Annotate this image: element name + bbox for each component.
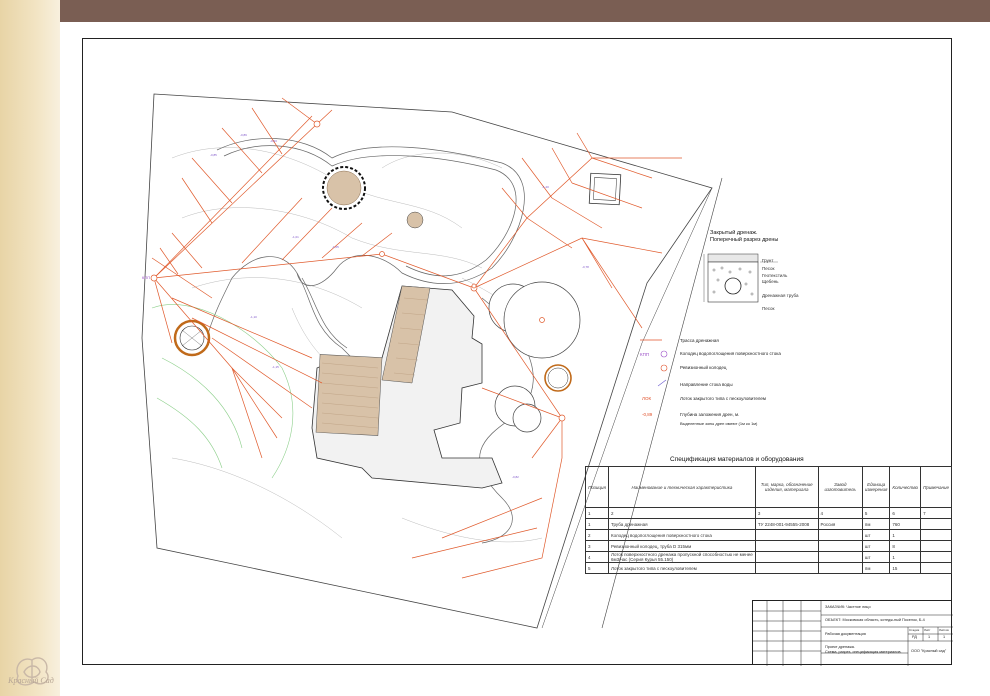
svg-text:-0,85: -0,85	[210, 153, 217, 157]
table-row: 123 4567	[585, 507, 952, 519]
section-label: Песок	[762, 266, 775, 271]
section-label: Песок	[762, 306, 775, 311]
svg-text:ЛОК: ЛОК	[642, 396, 651, 401]
svg-text:-0,89: -0,89	[642, 412, 653, 417]
legend-symbols: КПП ЛОК -0,89	[640, 339, 668, 417]
table-row: 4 Лоток поверхностного дренажа пропускной…	[585, 551, 952, 563]
stamp-stage-label: Рабочая документация	[825, 632, 866, 636]
section-label: Геотекстиль	[762, 273, 788, 278]
legend-item: Колодец водопоглощения поверхностного ст…	[680, 351, 781, 356]
kpp-map-label: КПП	[142, 275, 150, 280]
svg-text:-1,10: -1,10	[250, 315, 257, 319]
table-row: 5 Лоток закрытого типа с пескоуловителем …	[585, 562, 952, 574]
company-logo-icon	[16, 657, 49, 686]
svg-text:-0,93: -0,93	[270, 139, 277, 143]
house-footprint	[311, 285, 503, 489]
legend-item: Направление стока воды	[680, 382, 733, 387]
stamp-drawing2: Схема, разрез, спецификация материалов.	[825, 650, 902, 654]
svg-text:КПП: КПП	[640, 352, 649, 357]
svg-text:-0,89: -0,89	[240, 133, 247, 137]
top-banner	[0, 0, 990, 22]
left-decorative-strip	[0, 0, 60, 696]
legend-item: Ревизионный колодец	[680, 365, 727, 370]
title-block: ЗАКАЗЧИК: Частное лицо ОБЪЕКТ: Московска…	[752, 600, 953, 666]
section-label: Грунт	[762, 258, 774, 263]
stamp-drawing: Проект дренажа.	[825, 645, 855, 649]
table-row: 1 Труба дренажная ТУ 2248-001-94555-2008 Р…	[585, 518, 952, 530]
legend-item: Лоток закрытого типа с пескоуловителем	[680, 396, 766, 401]
section-label: Дренажная труба	[762, 293, 799, 298]
svg-text:-0,78: -0,78	[582, 265, 589, 269]
svg-text:-1,05: -1,05	[332, 245, 339, 249]
section-title: Закрытый дренаж. Поперечный разрез дрены	[710, 230, 779, 243]
legend-note: Выделенные зоны дрен имеют (1м ко 1м)	[680, 421, 758, 426]
stamp-object: ОБЪЕКТ: Московская область, котедж-ный П…	[825, 618, 925, 622]
stamp-customer: ЗАКАЗЧИК: Частное лицо	[825, 605, 871, 609]
svg-text:-0,82: -0,82	[512, 475, 519, 479]
logo-caption: Красный Сад	[8, 676, 54, 685]
svg-text:-1,20: -1,20	[542, 185, 549, 189]
svg-text:-1,01: -1,01	[292, 235, 299, 239]
stamp-company: ООО "Красный сад"	[911, 649, 947, 653]
legend-item: Глубина заложения дрен, м.	[680, 412, 740, 417]
section-label: Щебень	[762, 279, 779, 284]
spec-table: Позиция Наименование и техническая харак…	[585, 466, 952, 574]
table-row: 2 Колодец водопоглощения поверхностного с…	[585, 529, 952, 541]
legend-item: Трасса дренажная	[680, 338, 719, 343]
table-row: 3 Ревизионный колодец, труба D 315мм шт 8	[585, 540, 952, 552]
svg-text:-1,15: -1,15	[272, 365, 279, 369]
spec-title: Спецификация материалов и оборудования	[670, 456, 804, 463]
